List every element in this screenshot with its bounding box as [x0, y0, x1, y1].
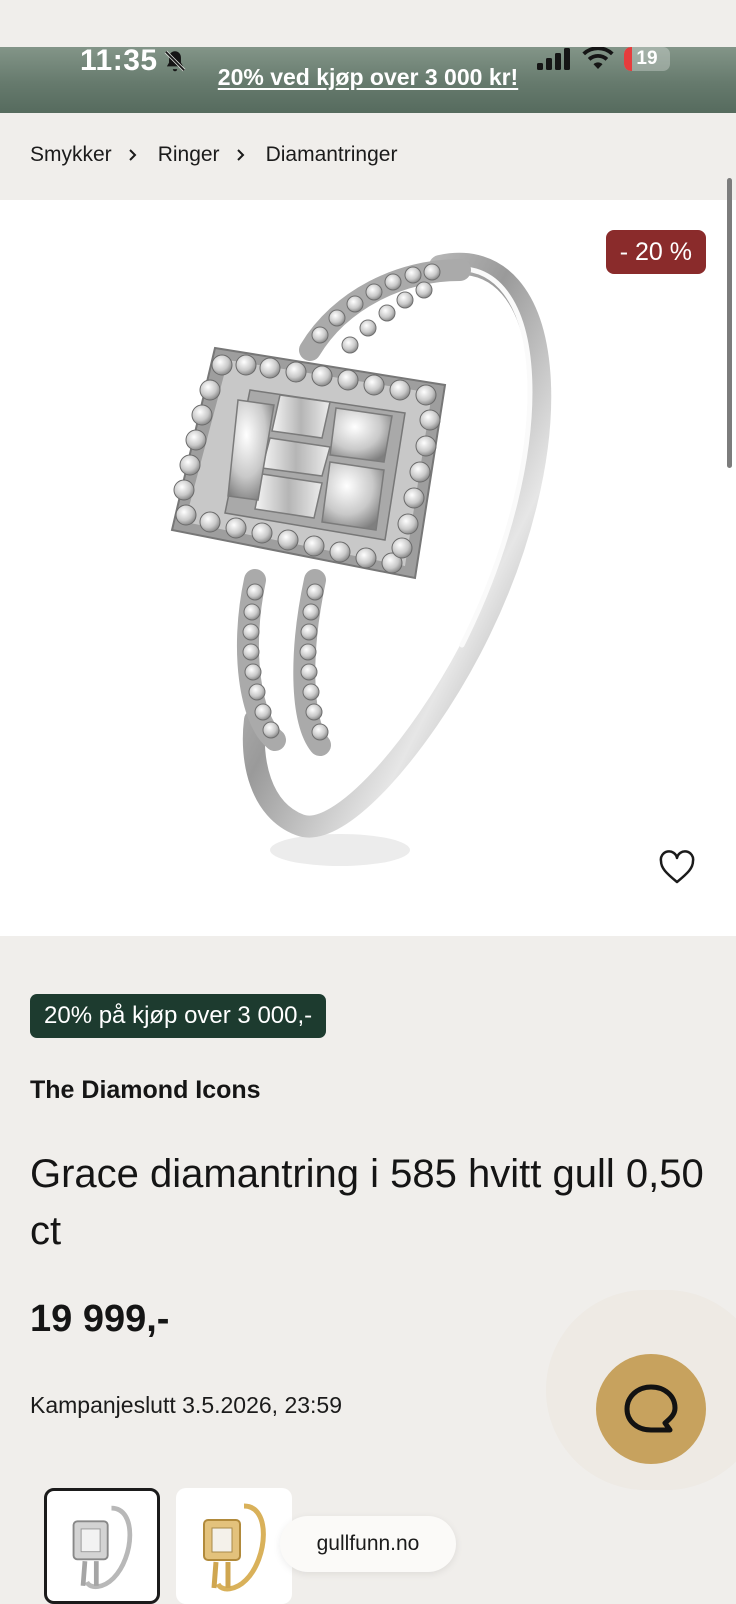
discount-badge: - 20 %: [605, 230, 706, 274]
variant-thumb-yellow-gold[interactable]: [176, 1488, 292, 1604]
promo-bar[interactable]: 11:35 19 20% ved kjøp over 3 000 kr!: [0, 46, 736, 113]
product-price: 19 999,-: [30, 1298, 170, 1340]
product-title: Grace diamantring i 585 hvitt gull 0,50 …: [30, 1152, 704, 1253]
ring-thumbnail-yellow-gold: [203, 1503, 266, 1592]
promo-pill: 20% på kjøp over 3 000,-: [30, 994, 327, 1038]
chevron-right-icon: [236, 149, 244, 161]
heart-icon[interactable]: [658, 850, 696, 886]
campaign-end-text: Kampanjeslutt 3.5.2026, 23:59: [30, 1392, 343, 1418]
variant-thumb-white-gold[interactable]: [44, 1488, 160, 1604]
product-image[interactable]: - 20 %: [0, 200, 736, 936]
breadcrumb-item-smykker[interactable]: Smykker: [30, 143, 112, 167]
promo-link[interactable]: 20% ved kjøp over 3 000 kr!: [0, 64, 736, 91]
status-bar-background: [0, 0, 736, 47]
scrollbar[interactable]: [727, 178, 732, 468]
breadcrumb-item-diamantringer[interactable]: Diamantringer: [266, 143, 398, 167]
chevron-right-icon: [128, 149, 137, 161]
ring-thumbnail-white-gold: [72, 1505, 133, 1590]
chat-icon: [624, 1384, 678, 1433]
ring-image: [170, 252, 552, 866]
chat-button[interactable]: [596, 1354, 706, 1464]
breadcrumb-item-ringer[interactable]: Ringer: [158, 143, 220, 167]
breadcrumb: Smykker Ringer Diamantringer: [30, 143, 397, 167]
domain-label: gullfunn.no: [280, 1516, 456, 1572]
product-brand[interactable]: The Diamond Icons: [30, 1076, 261, 1105]
